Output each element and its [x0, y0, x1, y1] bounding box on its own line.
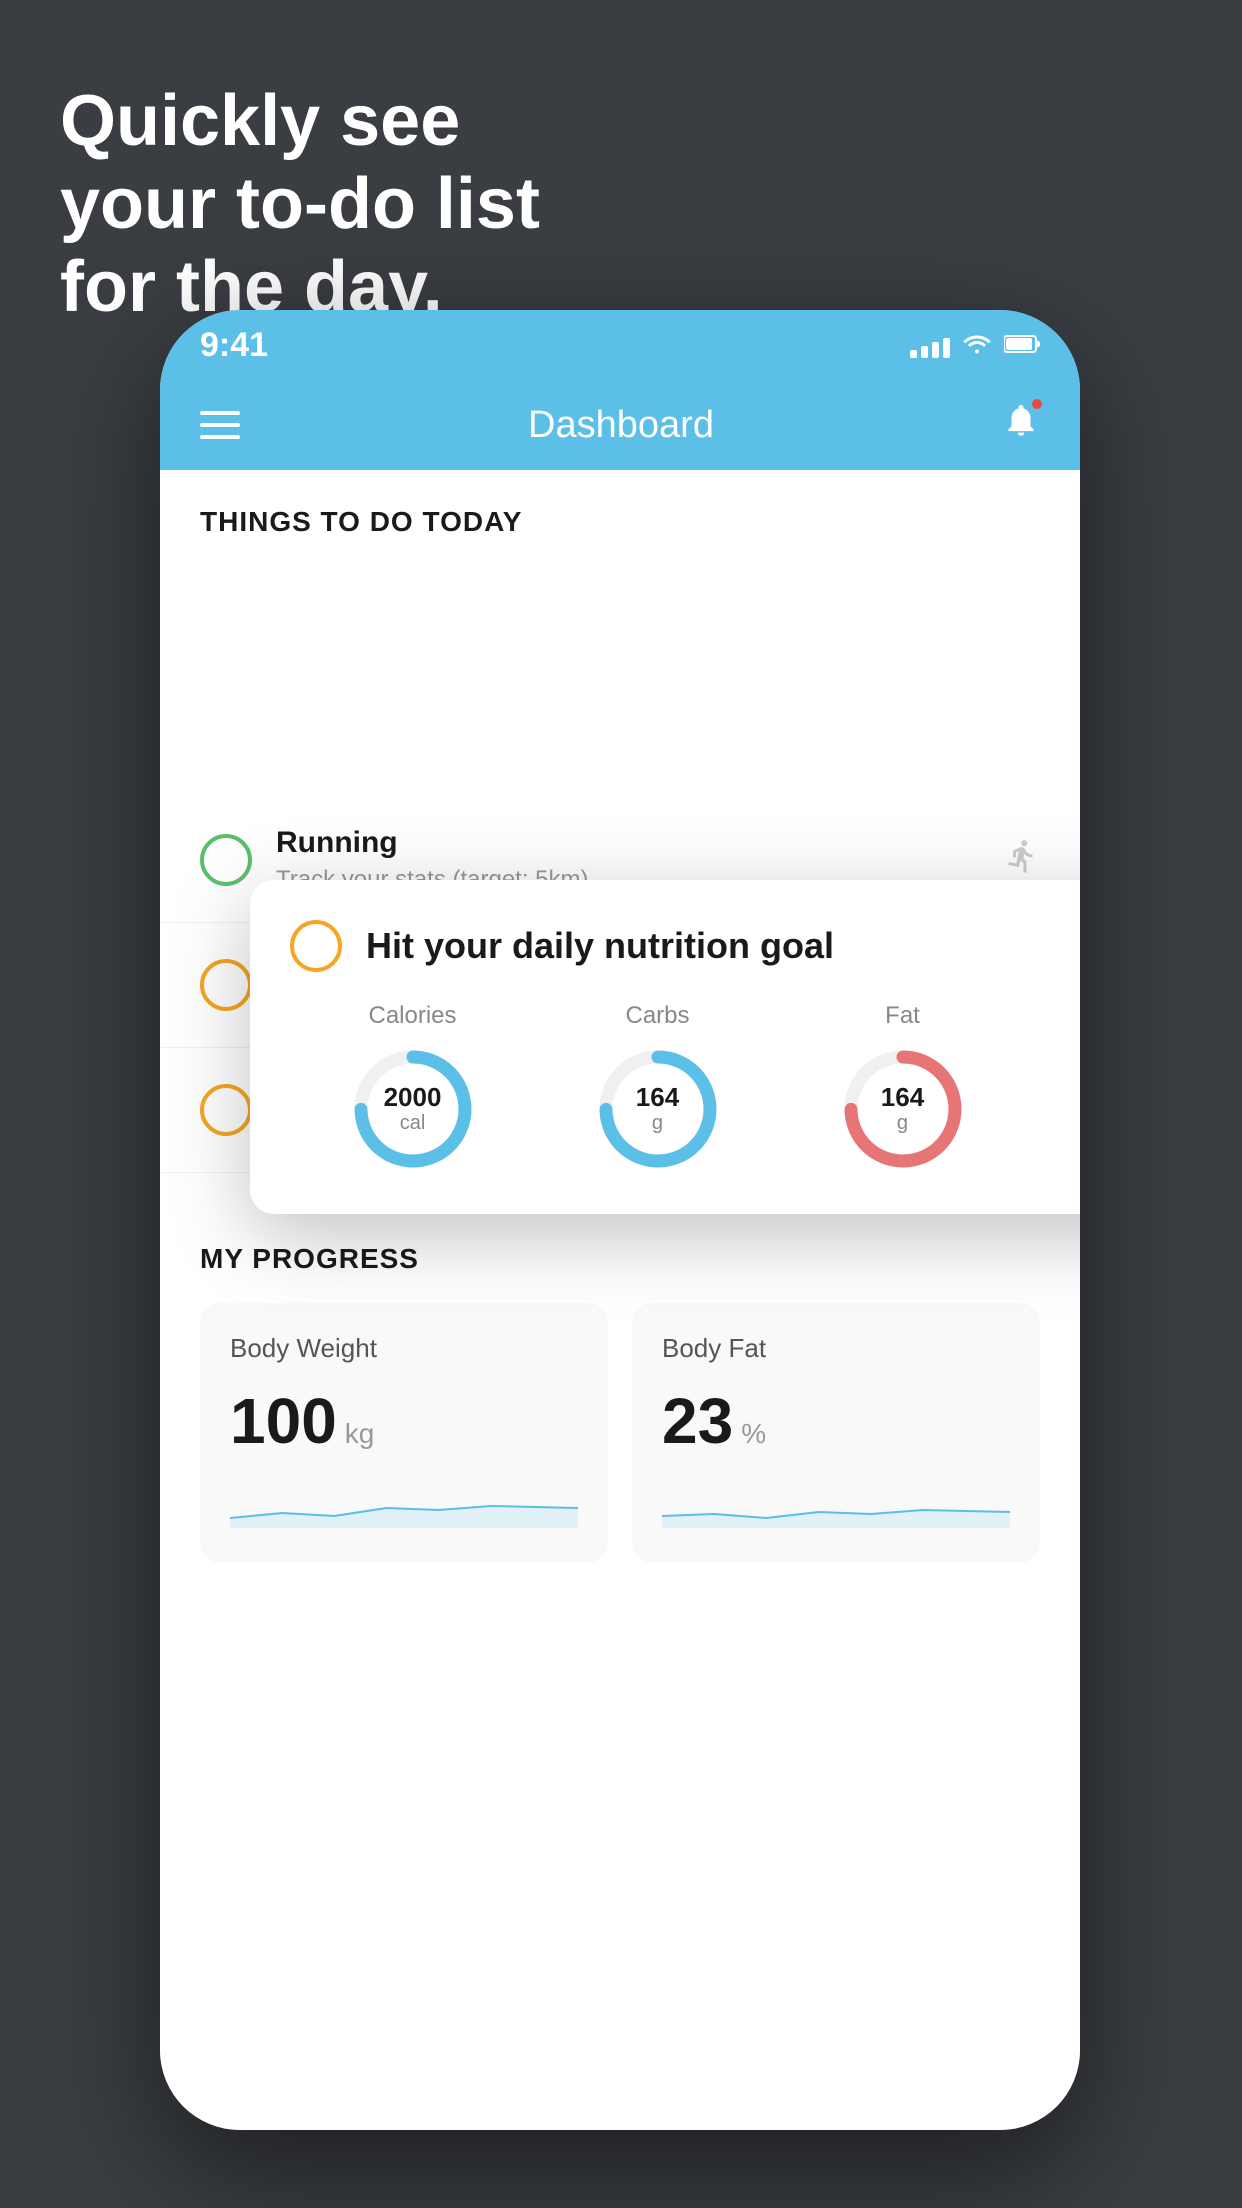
- body-weight-value: 100: [230, 1384, 337, 1458]
- status-icons: [910, 330, 1040, 361]
- running-check-circle[interactable]: [200, 834, 252, 886]
- fat-label: Fat: [885, 1002, 920, 1030]
- progress-header: MY PROGRESS: [200, 1243, 1040, 1275]
- calories-item: Calories 2000 cal: [348, 1002, 478, 1174]
- body-weight-sparkline: [230, 1478, 578, 1528]
- calories-label: Calories: [368, 1002, 456, 1030]
- calories-value: 2000 cal: [384, 1083, 442, 1135]
- wifi-icon: [962, 330, 992, 361]
- status-time: 9:41: [200, 326, 268, 365]
- carbs-donut: 164 g: [593, 1044, 723, 1174]
- body-weight-card[interactable]: Body Weight 100 kg: [200, 1303, 608, 1563]
- fat-donut: 164 g: [838, 1044, 968, 1174]
- nutrition-circles: Calories 2000 cal: [290, 1002, 1080, 1174]
- body-fat-value: 23: [662, 1384, 733, 1458]
- body-fat-card[interactable]: Body Fat 23 %: [632, 1303, 1040, 1563]
- body-weight-value-row: 100 kg: [230, 1384, 578, 1458]
- body-fat-sparkline: [662, 1478, 1010, 1528]
- progress-section: MY PROGRESS Body Weight 100 kg B: [160, 1203, 1080, 1563]
- notifications-button[interactable]: [1002, 401, 1040, 449]
- card-title-row: Hit your daily nutrition goal: [290, 920, 1080, 972]
- calories-donut: 2000 cal: [348, 1044, 478, 1174]
- progress-cards: Body Weight 100 kg Body Fat 23 %: [200, 1303, 1040, 1563]
- things-to-do-header: THINGS TO DO TODAY: [160, 470, 1080, 558]
- menu-button[interactable]: [200, 411, 240, 439]
- headline: Quickly see your to-do list for the day.: [60, 80, 540, 328]
- body-fat-card-title: Body Fat: [662, 1333, 1010, 1364]
- carbs-label: Carbs: [625, 1002, 689, 1030]
- nutrition-check-circle[interactable]: [290, 920, 342, 972]
- shoe-icon: [1004, 838, 1040, 883]
- carbs-value: 164 g: [636, 1083, 679, 1135]
- card-title: Hit your daily nutrition goal: [366, 925, 834, 967]
- status-bar: 9:41: [160, 310, 1080, 380]
- nav-title: Dashboard: [528, 404, 714, 447]
- carbs-item: Carbs 164 g: [593, 1002, 723, 1174]
- phone-frame: 9:41: [160, 310, 1080, 2130]
- body-stats-check-circle[interactable]: [200, 959, 252, 1011]
- headline-line2: your to-do list: [60, 164, 540, 244]
- nutrition-card: Hit your daily nutrition goal Calories: [250, 880, 1080, 1214]
- body-fat-value-row: 23 %: [662, 1384, 1010, 1458]
- fat-item: Fat 164 g: [838, 1002, 968, 1174]
- notification-dot: [1030, 397, 1044, 411]
- signal-bars-icon: [910, 332, 950, 358]
- body-fat-unit: %: [741, 1418, 766, 1450]
- body-weight-unit: kg: [345, 1418, 375, 1450]
- nav-bar: Dashboard: [160, 380, 1080, 470]
- battery-icon: [1004, 330, 1040, 361]
- fat-value: 164 g: [881, 1083, 924, 1135]
- running-title: Running: [276, 826, 1004, 860]
- headline-line1: Quickly see: [60, 81, 460, 161]
- app-content: THINGS TO DO TODAY Hit your daily nutrit…: [160, 470, 1080, 2130]
- photos-check-circle[interactable]: [200, 1084, 252, 1136]
- body-weight-card-title: Body Weight: [230, 1333, 578, 1364]
